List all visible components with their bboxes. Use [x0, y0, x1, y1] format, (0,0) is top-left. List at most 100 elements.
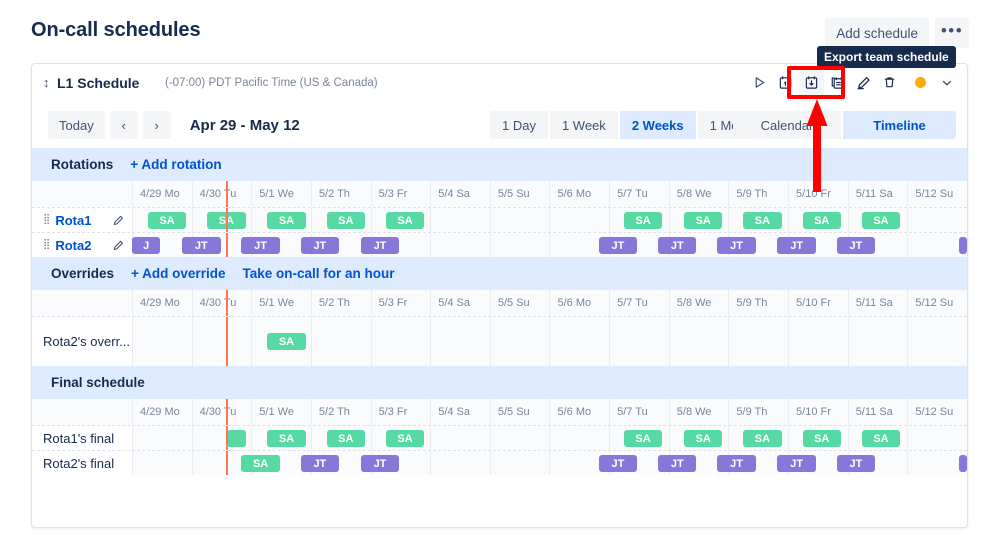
timeline-cell[interactable]	[907, 233, 967, 257]
rotation-name[interactable]: Rota2	[55, 238, 91, 253]
timeline-cell[interactable]	[430, 208, 490, 232]
timeline-cell[interactable]	[370, 317, 431, 366]
timeline-cell[interactable]	[549, 208, 610, 232]
add-rotation-link[interactable]: + Add rotation	[130, 157, 221, 172]
shift-chip[interactable]: SA	[623, 212, 663, 229]
schedule-rotation-icon[interactable]	[773, 69, 798, 96]
shift-chip[interactable]: JT	[717, 237, 756, 254]
shift-chip[interactable]: JT	[182, 237, 221, 254]
timeline-cell[interactable]	[489, 208, 550, 232]
shift-chip[interactable]: JT	[836, 455, 876, 472]
shift-chip[interactable]: SA	[267, 333, 306, 350]
timeline-cell[interactable]	[191, 317, 252, 366]
timeline-cell[interactable]	[609, 317, 669, 366]
preview-schedule-icon[interactable]	[747, 69, 772, 96]
shift-chip[interactable]: SA	[861, 430, 901, 447]
schedule-name[interactable]: L1 Schedule	[57, 75, 139, 91]
edit-rotation-icon[interactable]	[112, 214, 125, 227]
rotation-name[interactable]: Rota1	[55, 213, 91, 228]
add-override-link[interactable]: + Add override	[131, 266, 225, 281]
shift-chip[interactable]: SA	[623, 430, 663, 447]
shift-chip[interactable]	[959, 455, 967, 472]
timeline-cell[interactable]	[549, 426, 610, 450]
timeline-cells: SA	[132, 317, 967, 366]
zoom-option-1-day[interactable]: 1 Day	[490, 111, 548, 139]
view-mode-timeline[interactable]: Timeline	[843, 111, 956, 139]
shift-chip[interactable]: JT	[300, 455, 340, 472]
shift-chip[interactable]: JT	[777, 455, 816, 472]
timeline-cell[interactable]	[668, 317, 729, 366]
edit-rotation-icon[interactable]	[112, 239, 125, 252]
timeline-cell[interactable]	[132, 426, 192, 450]
add-schedule-button[interactable]: Add schedule	[825, 18, 929, 48]
shift-chip[interactable]: JT	[300, 237, 340, 254]
shift-chip[interactable]: SA	[683, 430, 723, 447]
timeline-cell[interactable]	[430, 451, 490, 475]
next-period-button[interactable]: ›	[142, 111, 171, 139]
shift-chip[interactable]: JT	[360, 237, 400, 254]
delete-schedule-icon[interactable]	[877, 69, 902, 96]
shift-chip[interactable]: SA	[385, 430, 425, 447]
day-header-cell: 5/4 Sa	[430, 399, 490, 425]
timeline-cell[interactable]	[907, 426, 967, 450]
timeline-cell[interactable]	[489, 233, 550, 257]
timeline-cell[interactable]	[788, 317, 848, 366]
shift-chip[interactable]: JT	[598, 237, 638, 254]
shift-chip[interactable]: SA	[326, 430, 365, 447]
shift-chip[interactable]: JT	[360, 455, 400, 472]
day-header-cell: 4/30 Tu	[191, 181, 252, 207]
export-team-schedule-icon[interactable]	[799, 69, 824, 96]
timeline-cell[interactable]	[489, 317, 550, 366]
shift-chip[interactable]: SA	[267, 212, 306, 229]
timeline-cell[interactable]	[430, 317, 490, 366]
timeline-cell[interactable]	[907, 208, 967, 232]
more-actions-button[interactable]: •••	[935, 18, 969, 48]
chevron-down-icon[interactable]	[936, 69, 958, 96]
shift-chip[interactable]: JT	[717, 455, 756, 472]
shift-chip[interactable]: SA	[683, 212, 723, 229]
shift-chip[interactable]: JT	[836, 237, 876, 254]
timeline-cell[interactable]	[132, 317, 192, 366]
shift-chip[interactable]: SA	[241, 455, 280, 472]
shift-chip[interactable]: SA	[743, 212, 782, 229]
shift-chip[interactable]: SA	[743, 430, 782, 447]
shift-chip[interactable]: J	[132, 237, 161, 254]
shift-chip[interactable]: SA	[385, 212, 425, 229]
zoom-option-1-week[interactable]: 1 Week	[549, 111, 618, 139]
shift-chip[interactable]: JT	[777, 237, 816, 254]
shift-chip[interactable]: SA	[802, 212, 841, 229]
shift-chip[interactable]: SA	[326, 212, 365, 229]
timeline-cell[interactable]	[489, 451, 550, 475]
timeline-cell[interactable]	[132, 451, 192, 475]
edit-schedule-icon[interactable]	[851, 69, 876, 96]
shift-chip[interactable]: JT	[658, 455, 697, 472]
prev-period-button[interactable]: ‹	[109, 111, 138, 139]
shift-chip[interactable]	[959, 237, 967, 254]
timeline-cell[interactable]	[549, 317, 610, 366]
zoom-option-2-weeks[interactable]: 2 Weeks	[619, 111, 696, 139]
shift-chip[interactable]: JT	[598, 455, 638, 472]
shift-chip[interactable]: JT	[658, 237, 697, 254]
timeline-cell[interactable]	[847, 317, 908, 366]
shift-chip[interactable]: SA	[861, 212, 901, 229]
drag-sort-icon[interactable]: ↕	[43, 76, 50, 89]
drag-handle-icon[interactable]: ⣿	[43, 215, 50, 225]
shift-chip[interactable]: SA	[802, 430, 841, 447]
timeline-cell[interactable]	[907, 317, 967, 366]
shift-chip[interactable]: SA	[207, 212, 246, 229]
shift-chip[interactable]: SA	[267, 430, 306, 447]
shift-chip[interactable]	[227, 430, 246, 447]
today-button[interactable]: Today	[48, 111, 105, 139]
shift-chip[interactable]: SA	[147, 212, 187, 229]
timeline-cell[interactable]	[430, 233, 490, 257]
view-mode-calendar[interactable]: Calendar	[733, 111, 841, 139]
timeline-cell[interactable]	[310, 317, 371, 366]
timeline-cell[interactable]	[728, 317, 789, 366]
timeline-cell[interactable]	[489, 426, 550, 450]
shift-chip[interactable]: JT	[241, 237, 280, 254]
timeline-cell[interactable]	[430, 426, 490, 450]
timeline-cell[interactable]	[907, 451, 967, 475]
drag-handle-icon[interactable]: ⣿	[43, 240, 50, 250]
copy-schedule-icon[interactable]	[825, 69, 850, 96]
take-on-call-link[interactable]: Take on-call for an hour	[242, 266, 394, 281]
